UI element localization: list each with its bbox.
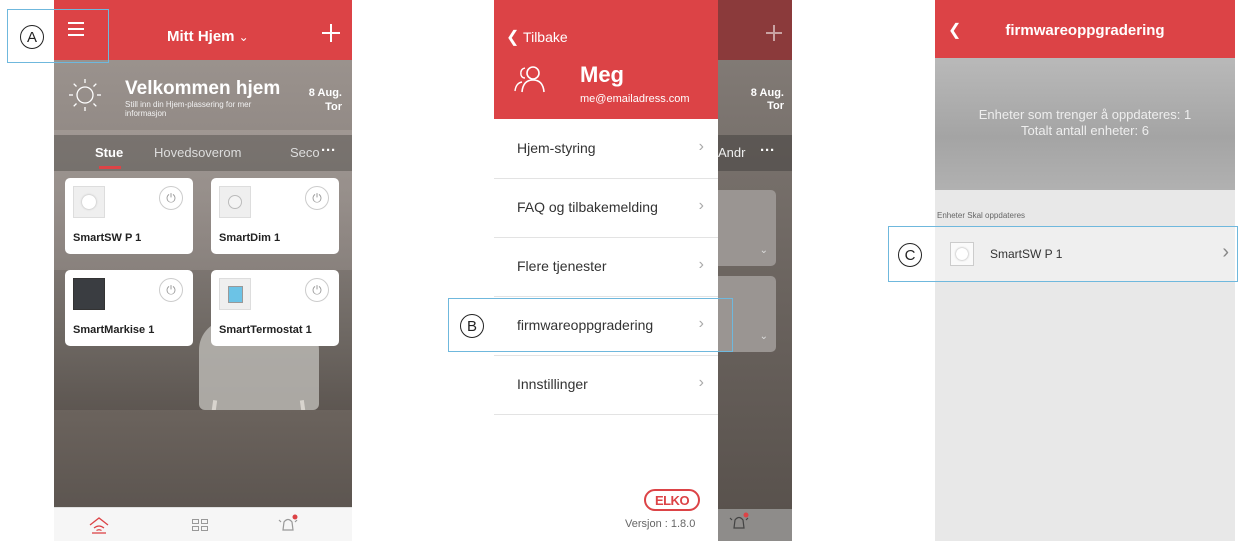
alarm-icon bbox=[729, 512, 749, 529]
day-label: Tor bbox=[767, 100, 784, 112]
home-name: Mitt Hjem bbox=[167, 28, 235, 45]
menu-screen: 8 Aug. Tor Andr ··· ⌄ ⌄ ❮ Tilbake Meg me… bbox=[494, 0, 792, 541]
alarm-icon[interactable] bbox=[277, 514, 299, 534]
tab-stue[interactable]: Stue bbox=[95, 145, 123, 160]
thermostat-thumbnail bbox=[219, 278, 251, 310]
add-icon bbox=[766, 25, 782, 41]
device-card[interactable]: ⏻ SmartTermostat 1 bbox=[211, 270, 339, 346]
chevron-down-icon: ⌄ bbox=[238, 30, 249, 44]
chevron-right-icon: › bbox=[698, 138, 704, 155]
user-name: Meg bbox=[580, 62, 624, 87]
device-name: SmartTermostat 1 bbox=[219, 324, 312, 336]
power-icon[interactable]: ⏻ bbox=[159, 278, 183, 302]
date-label: 8 Aug. bbox=[750, 87, 784, 99]
more-tabs-icon: ··· bbox=[760, 142, 775, 159]
version-label: Versjon : 1.8.0 bbox=[625, 518, 696, 530]
switch-thumbnail bbox=[73, 186, 105, 218]
room-tabs: Stue Hovedsoverom Seco ··· bbox=[54, 135, 352, 171]
chevron-left-icon: ❮ bbox=[506, 29, 520, 46]
status-needs-update: Enheter som trenger å oppdateres: 1 bbox=[978, 107, 1192, 122]
tab-hovedsoverom[interactable]: Hovedsoverom bbox=[154, 145, 241, 160]
side-menu: ❮ Tilbake Meg me@emailadress.com Hjem-st… bbox=[494, 0, 718, 541]
menu-item-faq[interactable]: FAQ og tilbakemelding › bbox=[494, 179, 718, 238]
device-name: SmartMarkise 1 bbox=[73, 324, 155, 336]
callout-c: C bbox=[898, 243, 922, 267]
more-tabs-icon[interactable]: ··· bbox=[321, 142, 336, 159]
user-email: me@emailadress.com bbox=[580, 93, 690, 105]
chevron-right-icon: › bbox=[698, 374, 704, 391]
callout-b: B bbox=[460, 314, 484, 338]
add-icon[interactable] bbox=[322, 24, 340, 42]
grid-icon[interactable] bbox=[192, 519, 208, 531]
power-icon[interactable]: ⏻ bbox=[305, 278, 329, 302]
module-thumbnail bbox=[73, 278, 105, 310]
tab-seco[interactable]: Seco bbox=[290, 145, 320, 160]
status-banner: Enheter som trenger å oppdateres: 1 Tota… bbox=[935, 58, 1235, 190]
chevron-right-icon: › bbox=[698, 256, 704, 273]
menu-item-label: Flere tjenester bbox=[517, 258, 607, 274]
device-card[interactable]: ⏻ SmartSW P 1 bbox=[65, 178, 193, 254]
home-selector[interactable]: Mitt Hjem ⌄ bbox=[167, 28, 249, 45]
menu-item-label: FAQ og tilbakemelding bbox=[517, 199, 658, 215]
device-card[interactable]: ⏻ SmartDim 1 bbox=[211, 178, 339, 254]
home-screen: Mitt Hjem ⌄ Velkommen hjem Still inn din… bbox=[54, 0, 352, 541]
date-label: 8 Aug. bbox=[308, 87, 342, 99]
menu-item-hjem-styring[interactable]: Hjem-styring › bbox=[494, 120, 718, 179]
firmware-header: ❮ firmwareoppgradering bbox=[935, 0, 1235, 58]
power-icon[interactable]: ⏻ bbox=[305, 186, 329, 210]
device-card[interactable]: ⏻ SmartMarkise 1 bbox=[65, 270, 193, 346]
dimmer-thumbnail bbox=[219, 186, 251, 218]
back-label: Tilbake bbox=[523, 29, 568, 45]
page-title: firmwareoppgradering bbox=[1005, 22, 1165, 39]
sun-icon bbox=[69, 79, 101, 111]
brand-logo-text: ELKO bbox=[654, 492, 690, 508]
callout-c-box bbox=[888, 226, 1238, 282]
callout-a: A bbox=[20, 25, 44, 49]
welcome-subtitle[interactable]: Still inn din Hjem-plassering for mer in… bbox=[125, 100, 285, 118]
menu-item-innstillinger[interactable]: Innstillinger › bbox=[494, 356, 718, 415]
menu-item-label: Innstillinger bbox=[517, 376, 588, 392]
menu-item-label: Hjem-styring bbox=[517, 140, 596, 156]
power-icon[interactable]: ⏻ bbox=[159, 186, 183, 210]
device-name: SmartSW P 1 bbox=[73, 232, 142, 244]
dimmed-card: ⌄ bbox=[718, 190, 776, 266]
tab-fragment: Andr bbox=[718, 145, 746, 160]
welcome-title: Velkommen hjem bbox=[125, 78, 281, 99]
status-total-devices: Totalt antall enheter: 6 bbox=[1021, 123, 1149, 138]
back-button[interactable]: ❮ Tilbake bbox=[506, 27, 568, 47]
users-icon bbox=[514, 66, 545, 93]
chevron-right-icon: › bbox=[698, 197, 704, 214]
callout-b-box bbox=[448, 298, 733, 352]
section-label: Enheter Skal oppdateres bbox=[937, 211, 1026, 220]
menu-header: ❮ Tilbake Meg me@emailadress.com bbox=[494, 0, 718, 119]
home-wifi-icon[interactable] bbox=[88, 516, 110, 534]
menu-item-flere-tjenester[interactable]: Flere tjenester › bbox=[494, 238, 718, 297]
brand-logo: ELKO bbox=[644, 489, 700, 511]
tab-active-indicator bbox=[99, 166, 121, 169]
device-name: SmartDim 1 bbox=[219, 232, 281, 244]
bottom-tab-bar bbox=[54, 507, 352, 541]
day-label: Tor bbox=[325, 101, 342, 113]
